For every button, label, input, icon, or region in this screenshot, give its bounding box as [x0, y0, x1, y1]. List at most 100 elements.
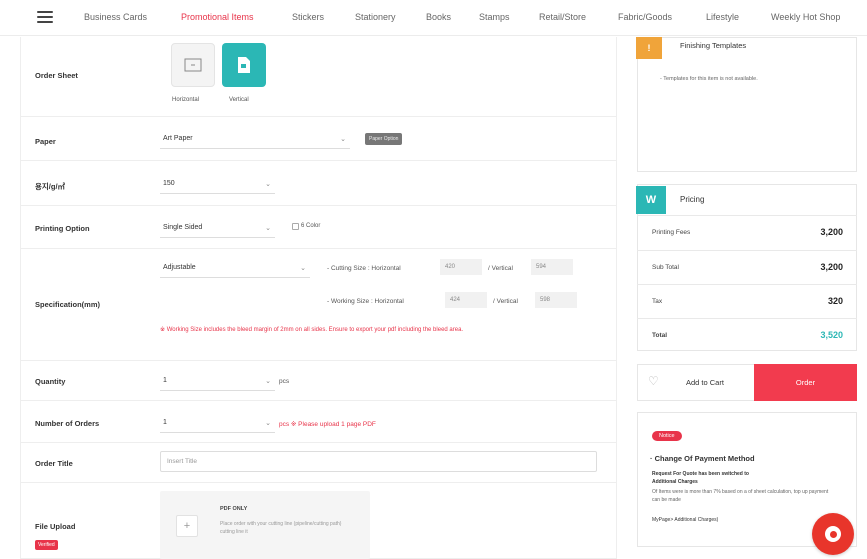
chevron-down-icon: ⌄	[265, 225, 271, 232]
paper-select[interactable]: Art Paper ⌄	[160, 129, 350, 149]
price-label: Printing Fees	[652, 229, 691, 236]
quantity-value: 1	[163, 377, 167, 384]
notice-title: · Change Of Payment Method	[650, 454, 755, 463]
specification-label: Specification(mm)	[35, 300, 101, 309]
cutting-vertical-input[interactable]: 594	[531, 259, 573, 275]
order-title-input[interactable]: Insert Title	[160, 451, 597, 472]
order-button[interactable]: Order	[754, 364, 857, 401]
divider	[20, 442, 617, 443]
file-upload-dropzone[interactable]: + PDF ONLY Place order with your cutting…	[160, 491, 370, 559]
total-price-value: 3,520	[820, 330, 843, 340]
price-value: 3,200	[820, 227, 843, 237]
notice-line1: Request For Quote has been switched to	[652, 471, 749, 477]
price-row-sub-total: Sub Total 3,200	[637, 250, 857, 284]
specification-value: Adjustable	[163, 264, 196, 271]
nav-item-books[interactable]: Books	[426, 12, 451, 22]
quantity-unit: pcs	[279, 378, 290, 385]
working-size-label: - Working Size : Horizontal	[327, 298, 404, 305]
divider	[20, 116, 617, 117]
divider	[20, 248, 617, 249]
vertical-caption: Vertical	[229, 97, 249, 103]
color-checkbox[interactable]	[292, 223, 299, 230]
nav-item-retail-store[interactable]: Retail/Store	[539, 12, 586, 22]
working-vertical-label: / Vertical	[493, 298, 518, 305]
price-row-printing-fees: Printing Fees 3,200	[637, 215, 857, 249]
weight-select[interactable]: 150 ⌄	[160, 174, 275, 194]
working-horizontal-input[interactable]: 424	[445, 292, 487, 308]
horizontal-caption: Horizontal	[172, 97, 200, 103]
cutting-horizontal-input[interactable]: 420	[440, 259, 482, 275]
price-row-tax: Tax 320	[637, 284, 857, 318]
notice-badge: Notice	[652, 431, 682, 441]
pricing-title: Pricing	[680, 195, 705, 204]
divider	[20, 400, 617, 401]
plus-icon: +	[176, 515, 198, 537]
templates-note: - Templates for this item is not availab…	[660, 76, 758, 82]
printing-option-select[interactable]: Single Sided ⌄	[160, 218, 275, 238]
number-of-orders-label: Number of Orders	[35, 419, 100, 428]
quantity-select[interactable]: 1 ⌄	[160, 371, 275, 391]
cutting-size-label: - Cutting Size : Horizontal	[327, 265, 401, 272]
alert-icon: !	[636, 37, 662, 59]
portrait-page-icon	[238, 57, 250, 73]
upload-description: Place order with your cutting line (pipe…	[220, 521, 342, 535]
chat-icon	[825, 526, 841, 542]
nav-item-business-cards[interactable]: Business Cards	[84, 12, 147, 22]
notice-link[interactable]: MyPage> Additional Charges)	[652, 517, 718, 523]
divider	[20, 205, 617, 206]
price-value: 320	[827, 296, 843, 306]
nav-item-stickers[interactable]: Stickers	[292, 12, 324, 22]
chevron-down-icon: ⌄	[300, 265, 306, 272]
cutting-vertical-label: / Vertical	[488, 265, 513, 272]
color-checkbox-label: 6 Color	[301, 223, 321, 229]
price-label: Total	[652, 332, 668, 339]
orders-value: 1	[163, 419, 167, 426]
templates-title: Finishing Templates	[680, 41, 747, 50]
chevron-down-icon: ⌄	[265, 181, 271, 188]
add-to-cart-button[interactable]: Add to Cart	[686, 378, 724, 387]
chevron-down-icon: ⌄	[265, 378, 271, 385]
nav-item-lifestyle[interactable]: Lifestyle	[706, 12, 739, 22]
paper-label: Paper	[35, 137, 56, 146]
chevron-down-icon: ⌄	[340, 136, 346, 143]
bleed-warning-text: ※ Working Size includes the bleed margin…	[160, 327, 464, 333]
notice-body: Of Items were is more than 7% based on a…	[652, 489, 829, 503]
heart-icon[interactable]: ♡	[648, 374, 659, 388]
menu-icon[interactable]	[37, 11, 53, 23]
printing-option-value: Single Sided	[163, 224, 203, 231]
nav-item-fabric-goods[interactable]: Fabric/Goods	[618, 12, 672, 22]
paper-select-value: Art Paper	[163, 135, 193, 142]
nav-item-weekly-hot-shop[interactable]: Weekly Hot Shop	[771, 12, 840, 22]
paper-option-button[interactable]: Paper Option	[365, 133, 403, 145]
price-label: Tax	[652, 298, 663, 305]
working-vertical-input[interactable]: 598	[535, 292, 577, 308]
quantity-label: Quantity	[35, 377, 66, 386]
price-row-total: Total 3,520	[637, 318, 857, 351]
printing-option-label: Printing Option	[35, 224, 90, 233]
verified-badge: Verified	[35, 540, 58, 550]
orders-select[interactable]: 1 ⌄	[160, 413, 275, 433]
upload-heading: PDF ONLY	[220, 506, 248, 512]
specification-select[interactable]: Adjustable ⌄	[160, 258, 310, 278]
pricing-logo-icon: W	[636, 186, 666, 214]
weight-label: 용지/g/㎡	[35, 182, 66, 191]
landscape-page-icon	[184, 58, 202, 72]
price-value: 3,200	[820, 262, 843, 272]
weight-select-value: 150	[163, 180, 175, 187]
notice-line2: Additional Charges	[652, 479, 698, 485]
vertical-orientation-button[interactable]	[222, 43, 266, 87]
divider	[20, 160, 617, 161]
chat-button[interactable]	[812, 513, 854, 555]
templates-card	[637, 37, 857, 172]
nav-item-promotional-items[interactable]: Promotional Items	[181, 12, 254, 22]
file-upload-label: File Upload	[35, 522, 76, 531]
orders-note: pcs ※ Please upload 1 page PDF	[279, 421, 376, 428]
nav-item-stamps[interactable]: Stamps	[479, 12, 510, 22]
divider	[20, 360, 617, 361]
horizontal-orientation-button[interactable]	[171, 43, 215, 87]
nav-item-stationery[interactable]: Stationery	[355, 12, 396, 22]
order-title-label: Order Title	[35, 459, 73, 468]
top-nav: Business Cards Promotional Items Sticker…	[0, 0, 867, 36]
chevron-down-icon: ⌄	[265, 420, 271, 427]
order-sheet-label: Order Sheet	[35, 71, 78, 80]
